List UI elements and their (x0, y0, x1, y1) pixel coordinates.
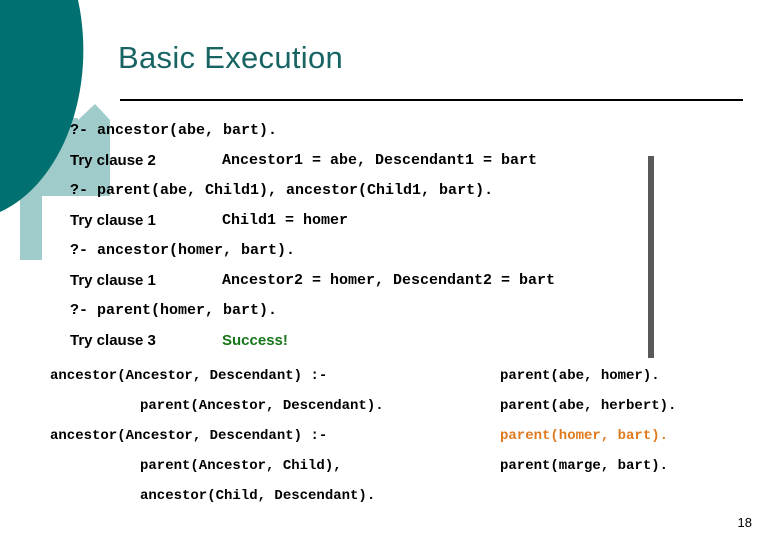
slide: Basic Execution ?- ancestor(abe, bart). … (0, 0, 780, 540)
fact-line-highlighted: parent(homer, bart). (500, 428, 669, 444)
trace-clause-label: Try clause 1 (70, 272, 156, 289)
trace-row: Try clause 3 Success! (0, 332, 780, 362)
execution-trace: ?- ancestor(abe, bart). Try clause 2 Anc… (0, 122, 780, 362)
trace-clause-label: Try clause 1 (70, 212, 156, 229)
program-listing: ancestor(Ancestor, Descendant) :- parent… (0, 368, 780, 518)
fact-line: parent(marge, bart). (500, 458, 669, 474)
rule-line: ancestor(Child, Descendant). (140, 488, 376, 504)
trace-clause-label: Try clause 2 (70, 152, 156, 169)
program-row: ancestor(Child, Descendant). (0, 488, 780, 518)
rule-line: ancestor(Ancestor, Descendant) :- (50, 368, 328, 384)
trace-row: ?- ancestor(homer, bart). (0, 242, 780, 272)
trace-query: ?- parent(homer, bart). (70, 302, 278, 319)
trace-query: ?- ancestor(homer, bart). (70, 242, 296, 259)
trace-binding-value: Ancestor2 = homer, Descendant2 = bart (222, 272, 556, 289)
trace-clause-label: Try clause 3 (70, 332, 156, 349)
rule-line: parent(Ancestor, Child), (140, 458, 342, 474)
title-divider (120, 99, 743, 101)
trace-row: Try clause 1 Ancestor2 = homer, Descenda… (0, 272, 780, 302)
trace-binding-value: Ancestor1 = abe, Descendant1 = bart (222, 152, 538, 169)
program-row: ancestor(Ancestor, Descendant) :- parent… (0, 428, 780, 458)
program-row: ancestor(Ancestor, Descendant) :- parent… (0, 368, 780, 398)
program-row: parent(Ancestor, Child), parent(marge, b… (0, 458, 780, 488)
trace-row: ?- parent(homer, bart). (0, 302, 780, 332)
trace-query: ?- ancestor(abe, bart). (70, 122, 278, 139)
trace-success-status: Success! (222, 332, 288, 349)
trace-row: ?- ancestor(abe, bart). (0, 122, 780, 152)
rule-line: parent(Ancestor, Descendant). (140, 398, 384, 414)
trace-query: ?- parent(abe, Child1), ancestor(Child1,… (70, 182, 494, 199)
trace-row: Try clause 1 Child1 = homer (0, 212, 780, 242)
rule-line: ancestor(Ancestor, Descendant) :- (50, 428, 328, 444)
page-title: Basic Execution (118, 40, 344, 75)
fact-line: parent(abe, herbert). (500, 398, 677, 414)
trace-row: Try clause 2 Ancestor1 = abe, Descendant… (0, 152, 780, 182)
fact-line: parent(abe, homer). (500, 368, 660, 384)
program-row: parent(Ancestor, Descendant). parent(abe… (0, 398, 780, 428)
page-number: 18 (737, 515, 752, 530)
trace-row: ?- parent(abe, Child1), ancestor(Child1,… (0, 182, 780, 212)
trace-binding-value: Child1 = homer (222, 212, 349, 229)
